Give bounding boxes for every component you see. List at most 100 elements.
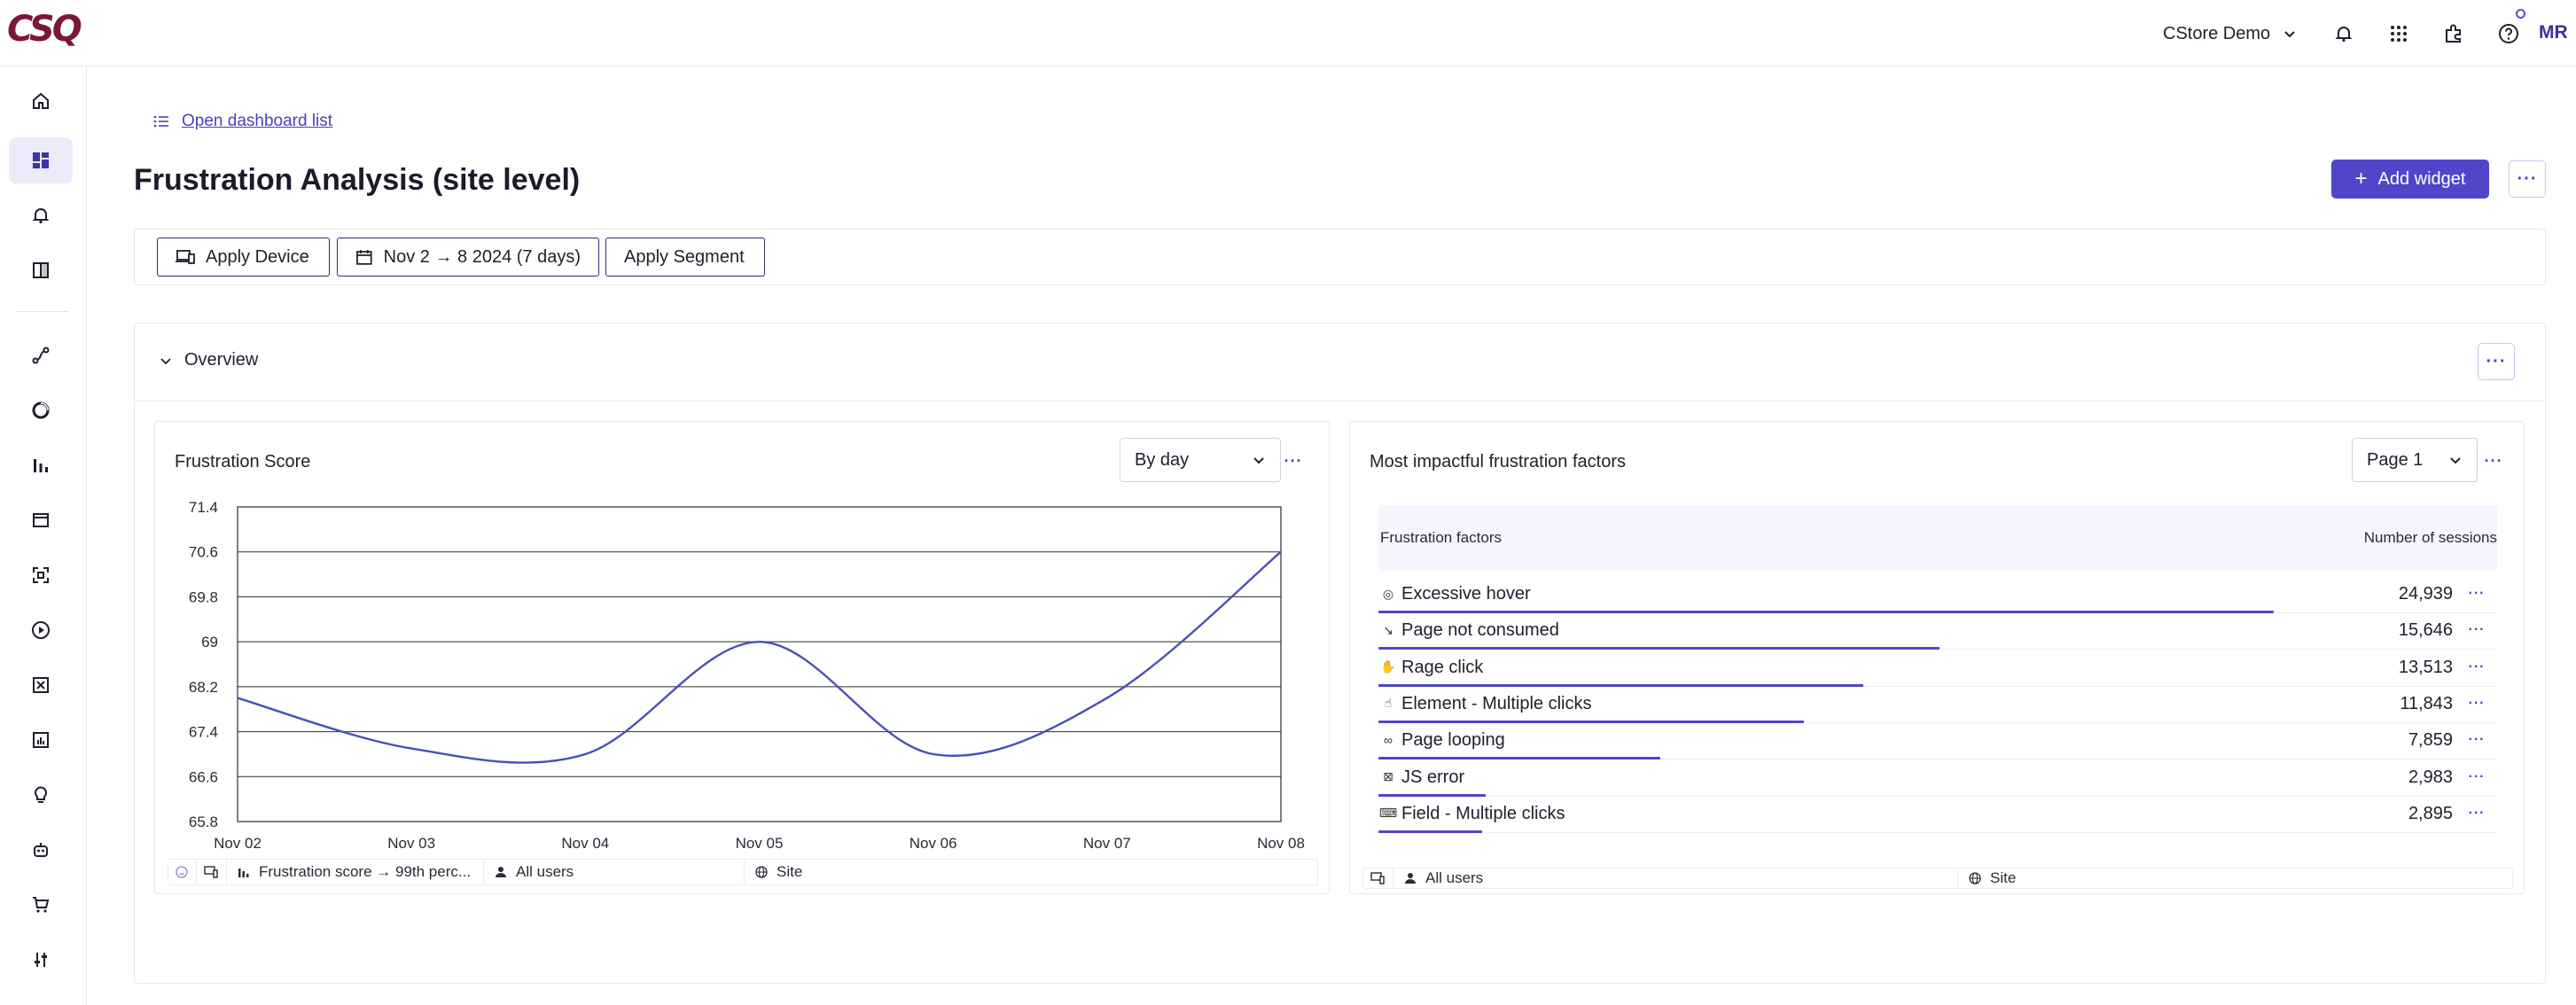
- table-row[interactable]: ↘ Page not consumed 15,646 ···: [1378, 613, 2497, 651]
- add-widget-button[interactable]: + Add widget: [2331, 160, 2489, 199]
- overview-section: Overview ··· Frustration Score By day ··…: [134, 323, 2546, 984]
- page-title: Frustration Analysis (site level): [134, 163, 581, 197]
- y-tick-label: 71.4: [189, 499, 218, 516]
- footer-audience-cell[interactable]: All users: [1393, 869, 1958, 888]
- widget-title: Most impactful frustration factors: [1370, 452, 1626, 471]
- factor-label: Page looping: [1401, 730, 1505, 751]
- x-tick-label: Nov 04: [561, 835, 609, 852]
- notifications-button[interactable]: [2326, 16, 2361, 51]
- footer-device-cell[interactable]: [197, 860, 227, 884]
- apps-button[interactable]: [2381, 16, 2416, 51]
- sidebar-item-session-replay[interactable]: [9, 607, 73, 653]
- hover-icon: ◎: [1382, 586, 1394, 601]
- donut-icon: [32, 401, 50, 419]
- row-more-button[interactable]: ···: [2465, 802, 2488, 825]
- sidebar-item-insights[interactable]: [9, 772, 73, 818]
- y-tick-label: 67.4: [189, 724, 218, 741]
- more-dots-icon: ···: [2484, 451, 2503, 470]
- date-range-label: Nov 2 → 8 2024 (7 days): [383, 246, 581, 267]
- bar-chart-icon: [238, 869, 249, 877]
- sidebar-item-commerce[interactable]: [9, 882, 73, 928]
- footer-scope-label: Site: [777, 863, 803, 880]
- row-more-button[interactable]: ···: [2465, 692, 2488, 715]
- page-select[interactable]: Page 1: [2352, 438, 2478, 482]
- more-dots-icon: ···: [1284, 451, 1303, 470]
- sidebar-item-home[interactable]: [9, 78, 73, 124]
- table-row[interactable]: ⌨ Field - Multiple clicks 2,895 ···: [1378, 797, 2497, 833]
- factor-session-count: 2,983: [2408, 767, 2453, 787]
- capture-icon: [33, 567, 49, 583]
- y-tick-label: 65.8: [189, 814, 218, 830]
- robot-icon: [34, 843, 48, 857]
- apply-segment-button[interactable]: Apply Segment: [605, 238, 765, 277]
- granularity-value: By day: [1135, 449, 1190, 470]
- chevron-down-icon: [1253, 457, 1264, 464]
- sidebar-item-zoning[interactable]: [9, 387, 73, 433]
- x-tick-label: Nov 07: [1083, 835, 1131, 852]
- row-more-button[interactable]: ···: [2465, 766, 2488, 789]
- sliders-icon: [35, 953, 47, 967]
- footer-scope-cell[interactable]: Site: [1958, 869, 2512, 888]
- sidebar-item-journeys[interactable]: [9, 332, 73, 378]
- sidebar-item-analysis[interactable]: [9, 442, 73, 488]
- org-name: CStore Demo: [2163, 23, 2271, 43]
- factor-share-bar: [1378, 830, 1483, 833]
- factor-session-count: 2,895: [2408, 803, 2453, 823]
- row-more-button[interactable]: ···: [2465, 728, 2488, 752]
- granularity-select[interactable]: By day: [1120, 438, 1281, 482]
- org-selector[interactable]: CStore Demo: [2163, 16, 2297, 51]
- widget-more-button[interactable]: ···: [1280, 448, 1307, 473]
- app-logo[interactable]: CSQ: [7, 9, 82, 50]
- table-row[interactable]: ⊠ JS error 2,983 ···: [1378, 760, 2497, 797]
- widget-footer: Frustration score → 99th perc... All use…: [168, 859, 1318, 885]
- date-range-button[interactable]: Nov 2 → 8 2024 (7 days): [337, 238, 599, 277]
- dashboard-more-button[interactable]: ···: [2509, 160, 2546, 198]
- widget-more-button[interactable]: ···: [2480, 448, 2507, 473]
- table-row[interactable]: ∞ Page looping 7,859 ···: [1378, 723, 2497, 760]
- user-avatar[interactable]: MR: [2539, 14, 2576, 51]
- apply-segment-label: Apply Segment: [624, 246, 745, 267]
- sidebar-item-dashboards[interactable]: [9, 137, 73, 183]
- footer-audience-cell[interactable]: All users: [484, 860, 745, 884]
- footer-device-cell[interactable]: [1363, 869, 1393, 888]
- overview-more-button[interactable]: ···: [2478, 343, 2515, 380]
- list-icon: [153, 115, 168, 128]
- integrations-button[interactable]: [2436, 16, 2471, 51]
- plus-icon: +: [2354, 167, 2368, 191]
- sidebar-item-settings[interactable]: [9, 937, 73, 983]
- x-tick-label: Nov 06: [909, 835, 957, 852]
- y-tick-label: 69: [201, 634, 218, 651]
- sidebar-item-pages[interactable]: [9, 497, 73, 543]
- footer-scope-cell[interactable]: Site: [745, 860, 1317, 884]
- cart-icon: [33, 897, 50, 913]
- open-dashboard-list-link[interactable]: Open dashboard list: [153, 112, 332, 131]
- help-button[interactable]: [2491, 16, 2526, 51]
- row-more-button[interactable]: ···: [2465, 619, 2488, 642]
- factor-label: JS error: [1401, 767, 1465, 787]
- sidebar-item-compare[interactable]: [9, 247, 73, 293]
- footer-audience-label: All users: [516, 863, 574, 880]
- sidebar-item-ai[interactable]: [9, 827, 73, 873]
- sidebar-item-errors[interactable]: [9, 662, 73, 708]
- page-not-consumed-icon: ↘: [1383, 622, 1393, 637]
- factor-label: Field - Multiple clicks: [1401, 803, 1565, 823]
- table-row[interactable]: ◎ Excessive hover 24,939 ···: [1378, 577, 2497, 613]
- overview-toggle[interactable]: Overview: [160, 350, 258, 370]
- sidebar-item-reports[interactable]: [9, 717, 73, 763]
- sidebar-item-alerts[interactable]: [9, 192, 73, 238]
- footer-metric-cell[interactable]: Frustration score → 99th perc...: [227, 860, 484, 884]
- row-more-button[interactable]: ···: [2465, 582, 2488, 605]
- row-more-button[interactable]: ···: [2465, 656, 2488, 679]
- split-view-icon: [33, 262, 49, 278]
- x-tick-label: Nov 02: [214, 835, 262, 852]
- apply-device-button[interactable]: Apply Device: [157, 238, 330, 277]
- sidebar-item-heatmaps[interactable]: [9, 552, 73, 598]
- bar-chart-icon: [34, 459, 48, 472]
- chevron-down-icon: [2284, 31, 2295, 38]
- table-row[interactable]: ☝ Element - Multiple clicks 11,843 ···: [1378, 687, 2497, 723]
- footer-filter-cell[interactable]: [168, 860, 197, 884]
- lightbulb-icon: [35, 786, 47, 803]
- play-icon: [32, 621, 50, 639]
- table-row[interactable]: ✋ Rage click 13,513 ···: [1378, 651, 2497, 687]
- y-tick-label: 69.8: [189, 588, 218, 605]
